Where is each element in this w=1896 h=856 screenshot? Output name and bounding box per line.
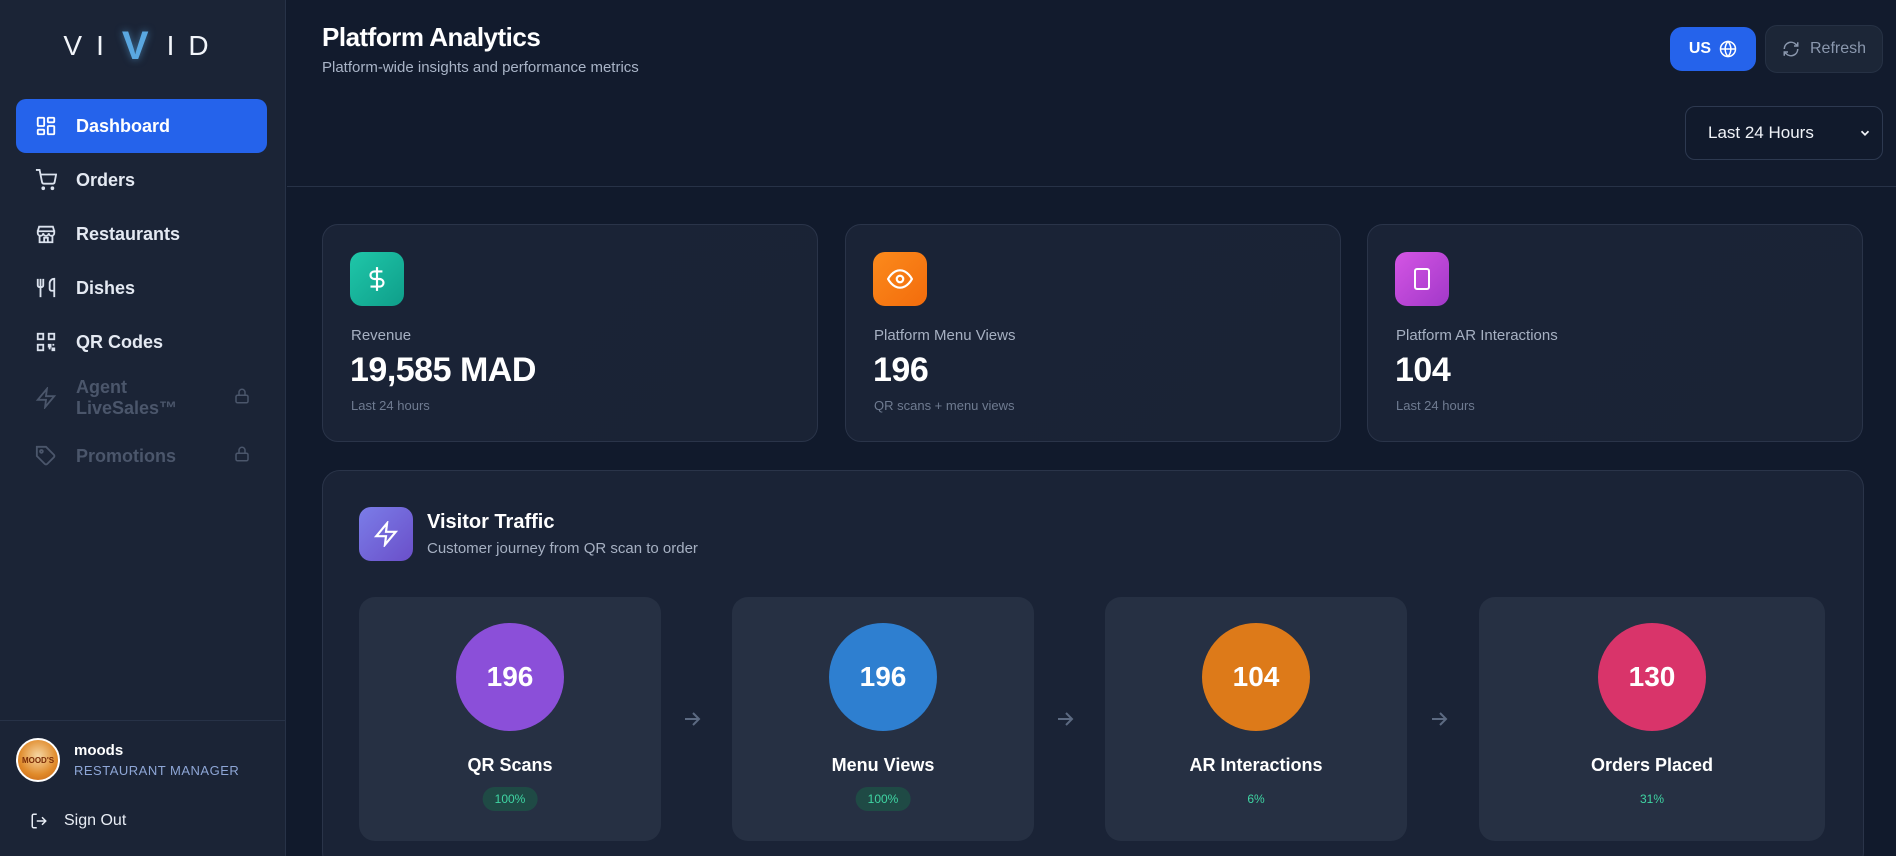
step-label: QR Scans (467, 755, 553, 775)
sidebar-item-label: Promotions (76, 445, 177, 466)
sidebar-item-dashboard[interactable]: Dashboard (16, 99, 267, 153)
sidebar-divider (0, 720, 286, 721)
page-title: Platform Analytics (322, 22, 541, 52)
stat-value: 196 (873, 351, 929, 389)
funnel-step-ar-interactions: 104 AR Interactions 6% (1105, 597, 1407, 841)
sidebar-nav: Dashboard Orders Restaurants Dishes QR C… (16, 99, 267, 485)
refresh-icon (1783, 41, 1799, 57)
grid-icon (34, 114, 58, 138)
store-icon (34, 222, 58, 246)
sidebar-item-orders[interactable]: Orders (16, 153, 267, 207)
stat-card-ar-interactions: Platform AR Interactions 104 Last 24 hou… (1367, 224, 1863, 442)
globe-icon (1719, 40, 1737, 58)
visitor-traffic-panel: Visitor Traffic Customer journey from QR… (322, 470, 1864, 856)
stat-value: 104 (1395, 351, 1451, 389)
time-range-value: Last 24 Hours (1708, 123, 1814, 142)
step-value-circle: 130 (1598, 623, 1706, 731)
sidebar-item-label: Dashboard (76, 115, 171, 136)
qr-code-icon (34, 330, 58, 354)
time-range-select[interactable]: Last 24 Hours (1685, 106, 1883, 160)
step-label: Orders Placed (1590, 755, 1714, 775)
stat-card-revenue: Revenue 19,585 MAD Last 24 hours (322, 224, 818, 442)
arrow-right-icon (1427, 707, 1451, 736)
tablet-icon (1395, 252, 1449, 306)
step-label: AR Interactions (1189, 755, 1323, 775)
logo-text-left: VI (63, 30, 118, 61)
step-percentage-badge: 31% (1639, 792, 1665, 806)
step-percentage-badge: 6% (1247, 792, 1265, 806)
stat-label: Revenue (351, 327, 412, 344)
eye-icon (873, 252, 927, 306)
page-header: Platform Analytics Platform-wide insight… (287, 0, 1896, 187)
traffic-subtitle: Customer journey from QR scan to order (427, 540, 698, 557)
sign-out-button[interactable]: Sign Out (30, 812, 126, 830)
language-label: US (1688, 40, 1712, 57)
dollar-icon (350, 252, 404, 306)
logo-text-right: ID (166, 30, 223, 61)
step-percentage-badge: 100% (855, 787, 911, 811)
refresh-button[interactable]: Refresh (1765, 25, 1883, 73)
step-value-circle: 196 (829, 623, 937, 731)
lock-icon (233, 387, 251, 410)
sign-out-icon (31, 813, 47, 829)
funnel-step-qr-scans: 196 QR Scans 100% (359, 597, 661, 841)
vivid-logo[interactable]: VI V ID (0, 18, 286, 74)
stat-label: Platform Menu Views (874, 327, 1016, 344)
sidebar-item-qr-codes[interactable]: QR Codes (16, 315, 267, 369)
sidebar-item-label: Dishes (76, 277, 136, 298)
sidebar-item-dishes[interactable]: Dishes (16, 261, 267, 315)
sidebar: VI V ID Dashboard Orders Restaurants Dis… (0, 0, 286, 856)
tag-icon (34, 444, 58, 468)
stat-note: Last 24 hours (351, 398, 430, 413)
sign-out-label: Sign Out (64, 812, 127, 829)
sidebar-item-promotions[interactable]: Promotions (16, 427, 267, 485)
language-button[interactable]: US (1670, 27, 1756, 71)
step-value-circle: 196 (456, 623, 564, 731)
lightning-icon (34, 386, 58, 410)
funnel-step-menu-views: 196 Menu Views 100% (732, 597, 1034, 841)
sidebar-item-restaurants[interactable]: Restaurants (16, 207, 267, 261)
traffic-title: Visitor Traffic (427, 511, 555, 533)
stat-value: 19,585 MAD (350, 351, 536, 389)
stat-label: Platform AR Interactions (1396, 327, 1558, 344)
stat-note: QR scans + menu views (874, 398, 1015, 413)
step-value-circle: 104 (1202, 623, 1310, 731)
arrow-right-icon (680, 707, 704, 736)
utensils-icon (34, 276, 58, 300)
sidebar-item-label: Orders (76, 169, 136, 190)
arrow-right-icon (1053, 707, 1077, 736)
user-name: moods (74, 742, 124, 759)
cart-icon (34, 168, 58, 192)
lock-icon (233, 445, 251, 468)
sidebar-item-label: QR Codes (76, 331, 164, 352)
stat-note: Last 24 hours (1396, 398, 1475, 413)
chevron-down-icon (1860, 130, 1870, 136)
avatar-text: MOOD'S (21, 755, 55, 765)
user-profile[interactable]: MOOD'S moods RESTAURANT MANAGER (16, 738, 239, 782)
step-percentage-badge: 100% (482, 787, 538, 811)
sidebar-item-label: Agent LiveSales™ (76, 377, 178, 418)
lightning-icon (359, 507, 413, 561)
sidebar-item-label: Restaurants (76, 223, 181, 244)
sidebar-item-agent-livesales[interactable]: Agent LiveSales™ (16, 369, 267, 427)
avatar: MOOD'S (16, 738, 60, 782)
refresh-label: Refresh (1809, 40, 1867, 57)
logo-v-mark: V (121, 23, 163, 68)
funnel-step-orders-placed: 130 Orders Placed 31% (1479, 597, 1825, 841)
step-label: Menu Views (831, 755, 935, 775)
stat-card-menu-views: Platform Menu Views 196 QR scans + menu … (845, 224, 1341, 442)
page-subtitle: Platform-wide insights and performance m… (322, 59, 639, 76)
user-role: RESTAURANT MANAGER (74, 763, 240, 778)
